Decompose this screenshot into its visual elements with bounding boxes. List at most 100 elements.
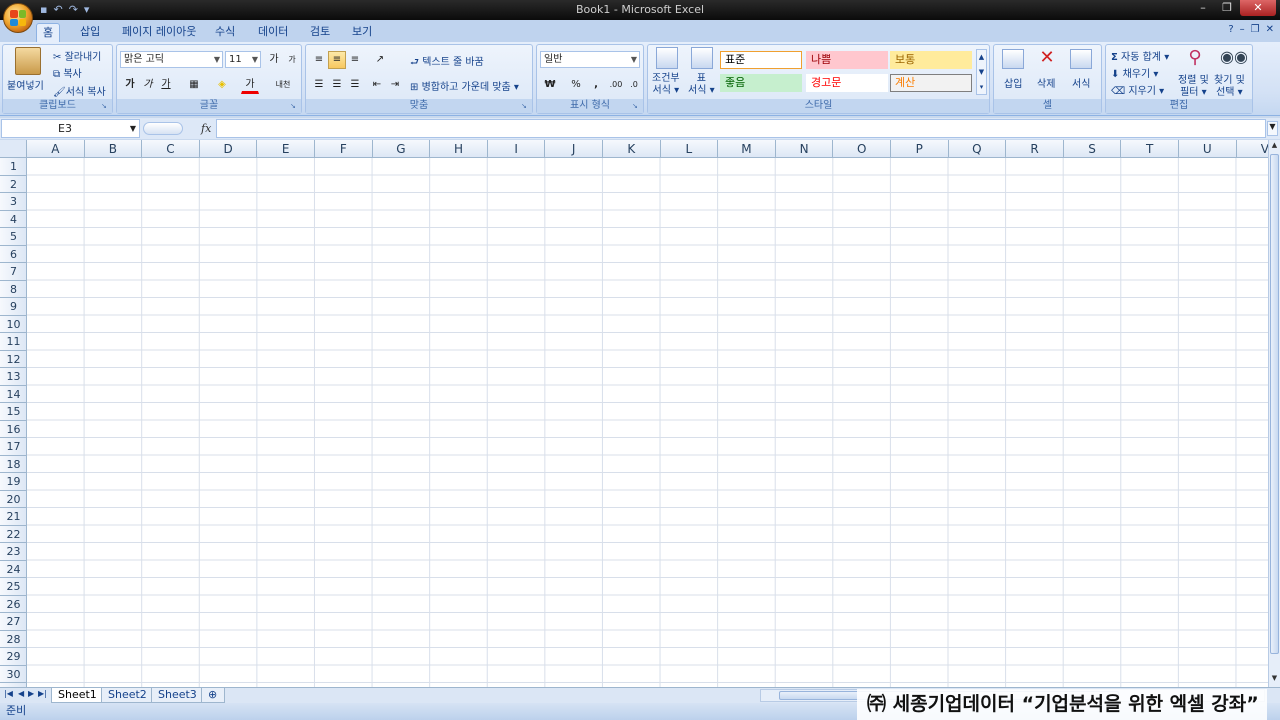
column-header[interactable]: O — [833, 140, 891, 158]
style-bad[interactable]: 나쁨 — [806, 51, 888, 69]
decrease-indent-button[interactable]: ⇤ — [368, 76, 386, 94]
comma-button[interactable]: , — [587, 76, 605, 94]
column-header[interactable]: H — [430, 140, 488, 158]
row-header[interactable]: 1 — [0, 158, 27, 176]
align-top-button[interactable]: ≡ — [310, 51, 328, 69]
column-header[interactable]: M — [718, 140, 776, 158]
column-header[interactable]: F — [315, 140, 373, 158]
increase-indent-button[interactable]: ⇥ — [386, 76, 404, 94]
column-header[interactable]: B — [85, 140, 143, 158]
row-header[interactable]: 29 — [0, 648, 27, 666]
vertical-scroll-thumb[interactable] — [1270, 154, 1279, 654]
first-sheet-icon[interactable]: |◀ — [4, 689, 13, 698]
currency-button[interactable]: ₩ — [541, 76, 559, 94]
sort-filter-button[interactable]: 정렬 및 필터 ▾ — [1178, 75, 1209, 99]
delete-cells-button[interactable]: 삭제 — [1037, 75, 1055, 90]
column-header[interactable]: J — [545, 140, 603, 158]
column-header[interactable]: D — [200, 140, 258, 158]
workbook-minimize-icon[interactable]: – — [1240, 24, 1245, 35]
sheet-tab-2[interactable]: Sheet2 — [101, 688, 154, 703]
font-color-button[interactable]: 가 — [241, 76, 259, 94]
italic-button[interactable]: 가 — [139, 76, 157, 94]
decrease-decimal-button[interactable]: .0 — [625, 76, 643, 94]
row-header[interactable]: 23 — [0, 543, 27, 561]
column-header[interactable]: R — [1006, 140, 1064, 158]
column-header[interactable]: S — [1064, 140, 1122, 158]
font-size-select[interactable]: 11 ▼ — [225, 51, 261, 68]
column-header[interactable]: K — [603, 140, 661, 158]
column-header[interactable]: T — [1121, 140, 1179, 158]
tab-view[interactable]: 보기 — [346, 23, 378, 42]
row-header[interactable]: 22 — [0, 526, 27, 543]
insert-cells-button[interactable]: 삽입 — [1004, 75, 1022, 90]
row-header[interactable]: 2 — [0, 176, 27, 193]
restore-button[interactable]: ❐ — [1216, 0, 1238, 16]
insert-function-button[interactable]: fx — [201, 122, 211, 135]
alignment-launcher-icon[interactable]: ↘ — [521, 102, 530, 111]
wrap-text-button[interactable]: ⮐ 텍스트 줄 바꿈 — [410, 53, 484, 72]
find-select-button[interactable]: 찾기 및 선택 ▾ — [1214, 75, 1245, 99]
align-middle-button[interactable]: ≡ — [328, 51, 346, 69]
scroll-up-icon[interactable]: ▲ — [1270, 141, 1279, 153]
select-all-button[interactable] — [0, 140, 27, 158]
row-header[interactable]: 30 — [0, 666, 27, 683]
column-header[interactable]: E — [257, 140, 315, 158]
align-right-button[interactable]: ☰ — [346, 76, 364, 94]
format-painter-button[interactable]: 🖌서식 복사 — [53, 83, 106, 98]
paste-icon[interactable] — [15, 47, 41, 75]
font-launcher-icon[interactable]: ↘ — [290, 102, 299, 111]
fill-button[interactable]: ⬇ 채우기 ▾ — [1111, 65, 1158, 80]
expand-formula-bar-button[interactable]: ▼ — [1267, 121, 1278, 136]
column-header[interactable]: N — [776, 140, 834, 158]
number-format-select[interactable]: 일반 ▼ — [540, 51, 640, 68]
tab-page-layout[interactable]: 페이지 레이아웃 — [116, 23, 202, 42]
minimize-button[interactable]: – — [1192, 0, 1214, 16]
column-header[interactable]: Q — [949, 140, 1007, 158]
shrink-font-button[interactable]: 가 — [283, 51, 301, 69]
row-header[interactable]: 16 — [0, 421, 27, 438]
row-header[interactable]: 15 — [0, 403, 27, 421]
scroll-down-icon[interactable]: ▼ — [1270, 674, 1279, 686]
increase-decimal-button[interactable]: .00 — [607, 76, 625, 94]
style-good[interactable]: 좋음 — [720, 74, 802, 92]
style-warning[interactable]: 경고문 — [806, 74, 888, 92]
format-cells-button[interactable]: 서식 — [1072, 75, 1090, 90]
orientation-button[interactable]: ↗ — [368, 51, 392, 69]
row-header[interactable]: 10 — [0, 316, 27, 333]
grow-font-button[interactable]: 가 — [265, 51, 283, 69]
style-neutral[interactable]: 보통 — [890, 51, 972, 69]
workbook-restore-icon[interactable]: ❐ — [1251, 24, 1260, 35]
tab-data[interactable]: 데이터 — [252, 23, 294, 42]
tab-review[interactable]: 검토 — [304, 23, 336, 42]
row-header[interactable]: 6 — [0, 246, 27, 263]
row-header[interactable]: 26 — [0, 596, 27, 613]
column-header[interactable]: U — [1179, 140, 1237, 158]
help-icon[interactable]: ? — [1228, 24, 1233, 35]
row-header[interactable]: 13 — [0, 368, 27, 386]
row-header[interactable]: 9 — [0, 298, 27, 316]
prev-sheet-icon[interactable]: ◀ — [18, 689, 24, 698]
cut-button[interactable]: ✂ 잘라내기 — [53, 48, 101, 63]
name-box[interactable]: E3 ▼ — [1, 119, 140, 138]
row-header[interactable]: 18 — [0, 456, 27, 473]
column-header[interactable]: P — [891, 140, 949, 158]
conditional-format-button[interactable]: 조건부 서식 ▾ — [652, 73, 680, 97]
percent-button[interactable]: % — [567, 76, 585, 94]
row-header[interactable]: 7 — [0, 263, 27, 281]
column-header[interactable]: L — [661, 140, 719, 158]
phonetic-button[interactable]: 내천 — [271, 76, 295, 94]
column-header[interactable]: C — [142, 140, 200, 158]
style-normal[interactable]: 표준 — [720, 51, 802, 69]
next-sheet-icon[interactable]: ▶ — [28, 689, 34, 698]
close-button[interactable]: ✕ — [1240, 0, 1276, 16]
align-center-button[interactable]: ☰ — [328, 76, 346, 94]
bold-button[interactable]: 가 — [121, 76, 139, 94]
format-as-table-button[interactable]: 표 서식 ▾ — [688, 73, 715, 97]
row-header[interactable]: 21 — [0, 508, 27, 526]
clear-button[interactable]: ⌫ 지우기 ▾ — [1111, 82, 1164, 97]
row-header[interactable]: 27 — [0, 613, 27, 631]
row-header[interactable]: 19 — [0, 473, 27, 491]
row-header[interactable]: 25 — [0, 578, 27, 596]
tab-insert[interactable]: 삽입 — [74, 23, 106, 42]
fill-color-button[interactable]: ◈ — [213, 76, 231, 94]
